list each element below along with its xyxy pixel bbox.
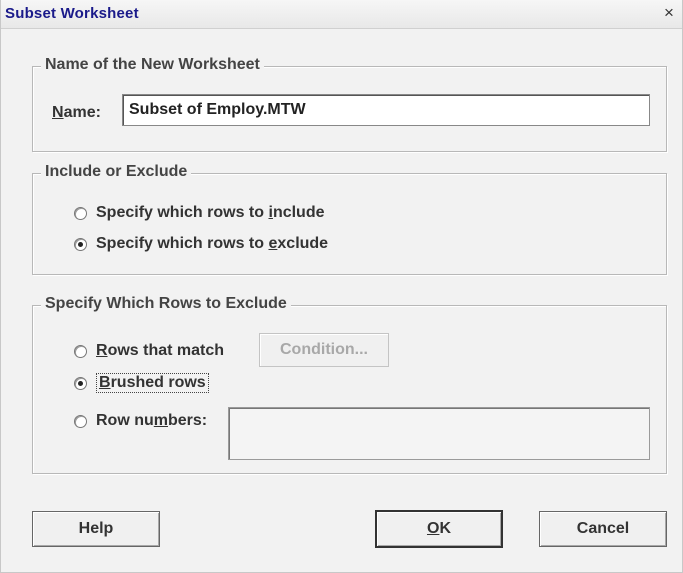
cancel-button[interactable]: Cancel — [539, 511, 667, 547]
title-bar[interactable]: Subset Worksheet × — [1, 0, 682, 29]
name-group-legend: Name of the New Worksheet — [41, 56, 264, 74]
worksheet-name-input[interactable] — [122, 94, 650, 126]
subset-worksheet-dialog: Subset Worksheet × Name of the New Works… — [0, 0, 683, 573]
rows-exclude-legend: Specify Which Rows to Exclude — [41, 295, 291, 313]
include-radio-option[interactable]: Specify which rows to include — [74, 202, 325, 224]
exclude-radio-option[interactable]: Specify which rows to exclude — [74, 233, 328, 255]
ok-button[interactable]: OK — [375, 510, 503, 548]
include-radio-label: Specify which rows to include — [96, 204, 325, 221]
close-icon[interactable]: × — [660, 3, 678, 23]
exclude-radio[interactable] — [74, 237, 87, 251]
rows-that-match-label: Rows that match — [96, 342, 225, 359]
help-button[interactable]: Help — [32, 511, 160, 547]
condition-button[interactable]: Condition... — [259, 333, 389, 367]
include-exclude-group: Include or Exclude — [32, 163, 667, 275]
row-numbers-label: Row numbers: — [96, 412, 208, 429]
brushed-rows-option[interactable]: Brushed rows — [74, 372, 209, 394]
brushed-rows-radio[interactable] — [74, 376, 87, 390]
row-numbers-radio[interactable] — [74, 414, 87, 428]
exclude-radio-label: Specify which rows to exclude — [96, 235, 329, 252]
row-numbers-textbox[interactable] — [228, 407, 650, 460]
rows-that-match-option[interactable]: Rows that match — [74, 340, 224, 362]
include-exclude-legend: Include or Exclude — [41, 163, 192, 181]
row-numbers-option[interactable]: Row numbers: — [74, 410, 207, 432]
name-label: Name: — [52, 104, 101, 121]
window-title: Subset Worksheet — [5, 5, 139, 22]
rows-that-match-radio[interactable] — [74, 344, 87, 358]
brushed-rows-label: Brushed rows — [96, 373, 209, 393]
include-radio[interactable] — [74, 206, 87, 220]
